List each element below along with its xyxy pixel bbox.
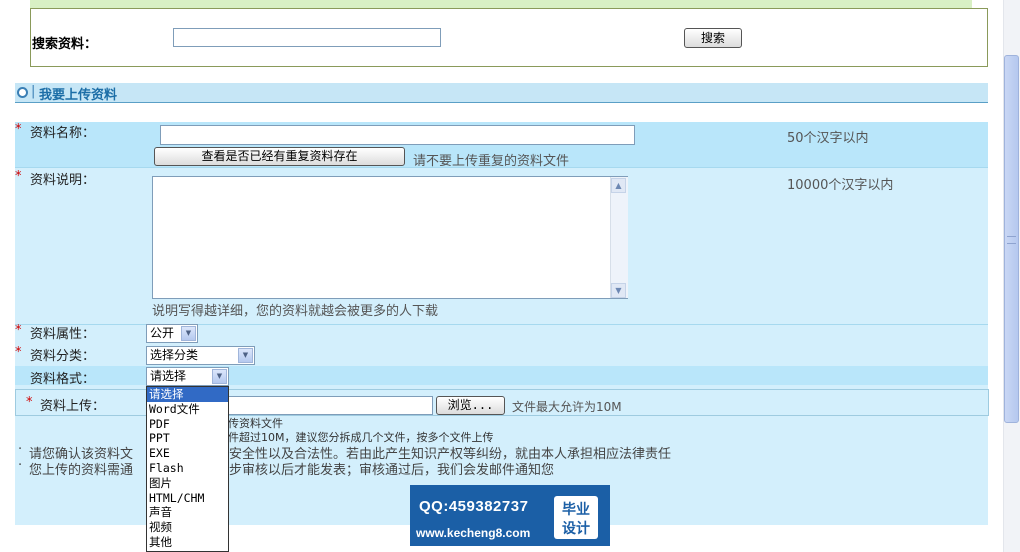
required-mark: * <box>26 395 33 410</box>
check-duplicate-button[interactable]: 查看是否已经有重复资料存在 <box>154 147 405 166</box>
description-bottom-hint: 说明写得越详细，您的资料就越会被更多的人下载 <box>152 304 439 319</box>
name-limit-hint: 50个汉字以内 <box>787 131 869 146</box>
format-option[interactable]: Flash <box>147 461 228 476</box>
required-mark: * <box>15 122 22 137</box>
notice-2-tail: 步审核以后才能发表；审核通过后，我们会发邮件通知您 <box>229 463 555 478</box>
upload-label: 资料上传： <box>40 399 106 414</box>
chevron-down-icon[interactable]: ▼ <box>611 283 626 298</box>
circle-icon <box>17 87 28 98</box>
description-limit-hint: 10000个汉字以内 <box>787 178 894 193</box>
format-select-value: 请选择 <box>150 369 187 383</box>
format-option[interactable]: EXE <box>147 446 228 461</box>
chevron-down-icon[interactable]: ▼ <box>238 348 253 363</box>
required-mark: * <box>15 169 22 184</box>
section-separator: | <box>31 84 36 99</box>
search-label: 搜索资料： <box>32 37 98 52</box>
attribute-label: 资料属性： <box>30 327 96 342</box>
bullet: · <box>18 458 23 473</box>
format-option[interactable]: 视频 <box>147 520 228 535</box>
section-title: 我要上传资料 <box>39 88 118 103</box>
description-textarea[interactable] <box>152 176 628 299</box>
textarea-scrollbar[interactable] <box>610 177 628 298</box>
attribute-select-value: 公开 <box>150 326 175 340</box>
format-option[interactable]: 图片 <box>147 476 228 491</box>
top-accent-bar <box>30 0 972 8</box>
file-path-input[interactable] <box>228 396 433 415</box>
category-select[interactable]: 选择分类 ▼ <box>146 346 255 365</box>
format-option[interactable]: 请选择 <box>147 387 228 402</box>
search-input[interactable] <box>173 28 441 47</box>
chevron-up-icon[interactable]: ▲ <box>611 178 626 193</box>
format-option[interactable]: 其他 <box>147 535 228 550</box>
name-label: 资料名称： <box>30 126 96 141</box>
required-mark: * <box>15 345 22 360</box>
watermark-badge-line2: 设计 <box>562 521 590 537</box>
grip-icon <box>1007 236 1016 244</box>
file-size-hint: 文件最大允许为10M <box>512 400 622 414</box>
format-option[interactable]: HTML/CHM <box>147 491 228 506</box>
search-button[interactable]: 搜索 <box>684 28 742 48</box>
category-select-value: 选择分类 <box>150 348 199 362</box>
format-option[interactable]: 声音 <box>147 505 228 520</box>
attribute-select[interactable]: 公开 ▼ <box>146 324 198 343</box>
bullet: · <box>18 442 23 457</box>
chevron-down-icon[interactable]: ▼ <box>181 326 196 341</box>
duplicate-hint: 请不要上传重复的资料文件 <box>413 154 570 169</box>
format-option[interactable]: PPT <box>147 431 228 446</box>
section-header <box>15 83 988 103</box>
browse-button[interactable]: 浏览... <box>436 396 505 415</box>
required-mark: * <box>15 323 22 338</box>
watermark-badge-line1: 毕业 <box>562 502 590 518</box>
format-dropdown-list[interactable]: 请选择 Word文件 PDF PPT EXE Flash 图片 HTML/CHM… <box>146 386 229 552</box>
watermark-url: www.kecheng8.com <box>416 526 531 540</box>
format-option[interactable]: PDF <box>147 417 228 432</box>
name-input[interactable] <box>160 125 635 145</box>
watermark-qq: QQ:459382737 <box>419 498 529 515</box>
format-select[interactable]: 请选择 ▼ <box>146 367 229 386</box>
notice-2-head: 您上传的资料需通 <box>29 463 134 478</box>
category-label: 资料分类： <box>30 349 96 364</box>
format-option[interactable]: Word文件 <box>147 402 228 417</box>
description-label: 资料说明： <box>30 173 96 188</box>
chevron-down-icon[interactable]: ▼ <box>212 369 227 384</box>
format-label: 资料格式： <box>30 372 96 387</box>
